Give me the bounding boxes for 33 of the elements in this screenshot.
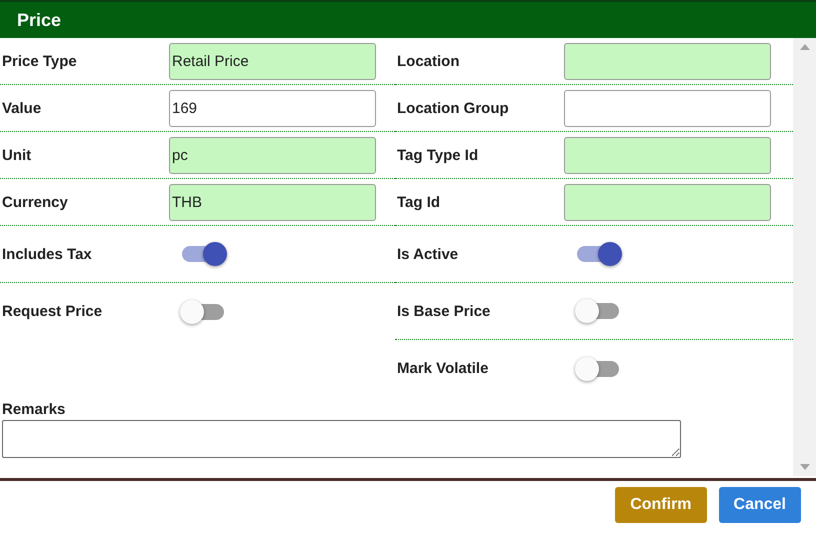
dialog-title: Price <box>17 10 62 30</box>
text-field[interactable] <box>564 184 771 220</box>
toggle-label: Mark Volatile <box>396 360 490 377</box>
cancel-button[interactable]: Cancel <box>718 487 801 523</box>
toggle-label: Includes Tax <box>1 246 93 262</box>
text-field[interactable] <box>564 136 771 174</box>
field-label: Price Type <box>1 52 78 70</box>
text-field[interactable] <box>564 42 771 80</box>
field-label: Tag Type Id <box>396 146 480 164</box>
text-field[interactable]: Retail Price <box>169 42 376 80</box>
toggle-switch[interactable] <box>182 300 224 322</box>
toggle-switch[interactable] <box>182 243 224 265</box>
toggle-switch[interactable] <box>577 300 619 322</box>
field-label: Unit <box>1 146 32 164</box>
field-label: Location Group <box>396 100 510 116</box>
toggle-label: Is Base Price <box>396 302 492 320</box>
remarks-field[interactable] <box>2 420 681 458</box>
text-field[interactable]: 169 <box>169 90 376 126</box>
toggle-label: Request Price <box>1 303 104 320</box>
text-field[interactable]: pc <box>169 136 376 174</box>
text-field[interactable]: THB <box>169 184 376 220</box>
scroll-down-icon[interactable] <box>800 464 810 470</box>
field-label: Value <box>1 100 42 116</box>
toggle-switch[interactable] <box>577 243 619 265</box>
remarks-label: Remarks <box>1 400 66 420</box>
field-label: Currency <box>1 194 69 210</box>
field-label: Tag Id <box>396 194 442 210</box>
text-field[interactable] <box>564 90 771 126</box>
toggle-switch[interactable] <box>577 358 619 380</box>
scroll-up-icon[interactable] <box>800 44 810 50</box>
scrollbar[interactable] <box>793 38 816 476</box>
field-label: Location <box>396 52 460 70</box>
toggle-label: Is Active <box>396 246 460 262</box>
